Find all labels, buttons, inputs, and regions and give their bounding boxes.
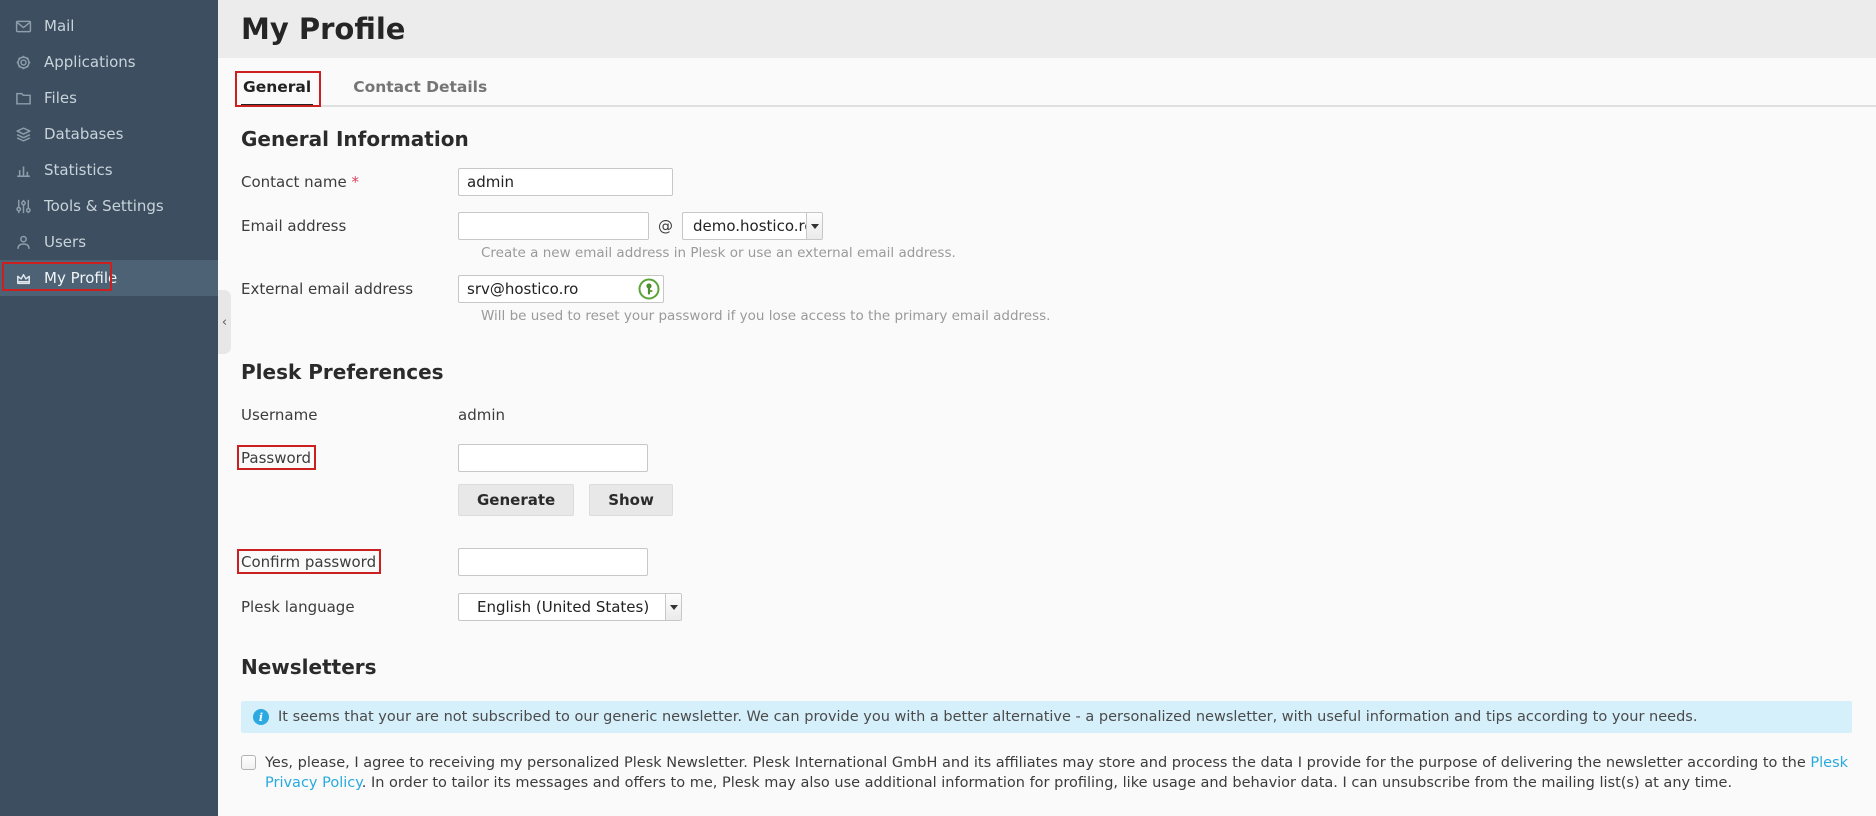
plesk-preferences-form: Username admin Password Generate Show Co…	[241, 406, 1876, 621]
email-address-label: Email address	[241, 217, 458, 235]
sidebar-item-applications[interactable]: Applications	[0, 44, 218, 80]
info-icon: i	[253, 709, 269, 725]
sidebar-item-label: My Profile	[44, 269, 117, 287]
sidebar-item-files[interactable]: Files	[0, 80, 218, 116]
newsletter-consent-checkbox[interactable]	[241, 755, 256, 770]
page-header: My Profile	[218, 0, 1876, 58]
email-address-row: Email address @ demo.hostico.ro	[241, 212, 1876, 240]
section-heading-plesk-preferences: Plesk Preferences	[241, 360, 1876, 384]
confirm-password-label: Confirm password	[241, 553, 458, 571]
password-buttons-row: Generate Show	[241, 484, 1876, 516]
contact-name-label: Contact name *	[241, 173, 458, 191]
generate-password-button[interactable]: Generate	[458, 484, 574, 516]
section-heading-newsletters: Newsletters	[241, 655, 1876, 679]
sidebar-collapse-handle[interactable]: ‹	[218, 290, 231, 354]
email-local-part-input[interactable]	[458, 212, 649, 240]
sidebar-item-my-profile[interactable]: My Profile	[0, 260, 218, 296]
show-password-button[interactable]: Show	[589, 484, 673, 516]
page-title: My Profile	[241, 12, 405, 46]
tab-general[interactable]: General	[241, 78, 313, 107]
sidebar-item-label: Databases	[44, 125, 123, 143]
contact-name-input[interactable]	[458, 168, 673, 196]
sidebar-item-label: Files	[44, 89, 77, 107]
chevron-left-icon: ‹	[222, 315, 227, 330]
chevron-down-icon[interactable]	[806, 213, 822, 239]
password-row: Password	[241, 444, 1876, 472]
sidebar-item-label: Users	[44, 233, 86, 251]
external-email-input[interactable]	[458, 275, 664, 303]
email-help-text: Create a new email address in Plesk or u…	[481, 245, 1876, 261]
sidebar-item-label: Mail	[44, 17, 74, 35]
sidebar: Mail Applications Files Databases	[0, 0, 218, 816]
general-information-form: Contact name * Email address @ demo.host…	[241, 168, 1876, 324]
sliders-icon	[13, 196, 33, 216]
password-label: Password	[241, 449, 458, 467]
user-icon	[13, 232, 33, 252]
plesk-language-label: Plesk language	[241, 598, 458, 616]
sidebar-item-label: Tools & Settings	[44, 197, 164, 215]
tab-contact-details[interactable]: Contact Details	[351, 78, 489, 107]
external-email-label: External email address	[241, 280, 458, 298]
section-heading-general-information: General Information	[241, 127, 1876, 151]
email-domain-select[interactable]: demo.hostico.ro	[682, 212, 823, 240]
plesk-language-row: Plesk language English (United States)	[241, 593, 1876, 621]
chevron-down-icon[interactable]	[665, 594, 681, 620]
newsletter-consent-row: Yes, please, I agree to receiving my per…	[241, 753, 1852, 794]
sidebar-item-label: Statistics	[44, 161, 113, 179]
sidebar-item-users[interactable]: Users	[0, 224, 218, 260]
sidebar-item-tools-settings[interactable]: Tools & Settings	[0, 188, 218, 224]
external-email-field-wrap	[458, 275, 664, 303]
tab-bar: General Contact Details	[241, 78, 1876, 107]
username-row: Username admin	[241, 406, 1876, 424]
password-manager-key-icon[interactable]	[638, 278, 660, 300]
folder-icon	[13, 88, 33, 108]
username-value: admin	[458, 406, 505, 424]
confirm-password-input[interactable]	[458, 548, 648, 576]
contact-name-row: Contact name *	[241, 168, 1876, 196]
plesk-language-select[interactable]: English (United States)	[458, 593, 682, 621]
required-asterisk: *	[351, 173, 359, 191]
confirm-password-row: Confirm password	[241, 548, 1876, 576]
password-input[interactable]	[458, 444, 648, 472]
main-content: ‹ My Profile General Contact Details Gen…	[218, 0, 1876, 816]
gear-icon	[13, 52, 33, 72]
external-email-help-text: Will be used to reset your password if y…	[481, 308, 1876, 324]
external-email-row: External email address	[241, 275, 1876, 303]
at-sign: @	[658, 217, 673, 235]
newsletter-info-banner: i It seems that your are not subscribed …	[241, 701, 1852, 733]
sidebar-item-statistics[interactable]: Statistics	[0, 152, 218, 188]
layers-icon	[13, 124, 33, 144]
mail-icon	[13, 16, 33, 36]
sidebar-item-databases[interactable]: Databases	[0, 116, 218, 152]
sidebar-item-mail[interactable]: Mail	[0, 8, 218, 44]
sidebar-item-label: Applications	[44, 53, 136, 71]
bar-chart-icon	[13, 160, 33, 180]
newsletter-consent-text: Yes, please, I agree to receiving my per…	[265, 753, 1852, 794]
username-label: Username	[241, 406, 458, 424]
crown-icon	[13, 268, 33, 288]
newsletter-banner-text: It seems that your are not subscribed to…	[278, 709, 1697, 725]
